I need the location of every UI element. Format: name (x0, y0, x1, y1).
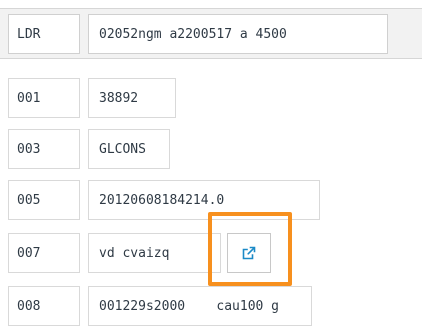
marc-record-view: LDR 02052ngm a2200517 a 4500 001 38892 0… (0, 0, 422, 326)
field-tag: LDR (8, 14, 80, 54)
field-value: vd cvaizq (88, 233, 221, 273)
field-tag: 001 (8, 78, 80, 118)
field-row-003: 003 GLCONS (0, 129, 422, 169)
field-value: GLCONS (88, 129, 170, 169)
field-tag: 003 (8, 129, 80, 169)
field-value: 38892 (88, 78, 176, 118)
field-value: 001229s2000 cau100 g (88, 286, 312, 326)
highlight-box (208, 212, 292, 286)
field-row-001: 001 38892 (0, 78, 422, 118)
field-row-ldr: LDR 02052ngm a2200517 a 4500 (0, 14, 422, 54)
field-row-008: 008 001229s2000 cau100 g (0, 286, 422, 326)
field-tag: 008 (8, 286, 80, 326)
field-value: 02052ngm a2200517 a 4500 (88, 14, 388, 54)
field-tag: 005 (8, 180, 80, 220)
field-tag: 007 (8, 233, 80, 273)
